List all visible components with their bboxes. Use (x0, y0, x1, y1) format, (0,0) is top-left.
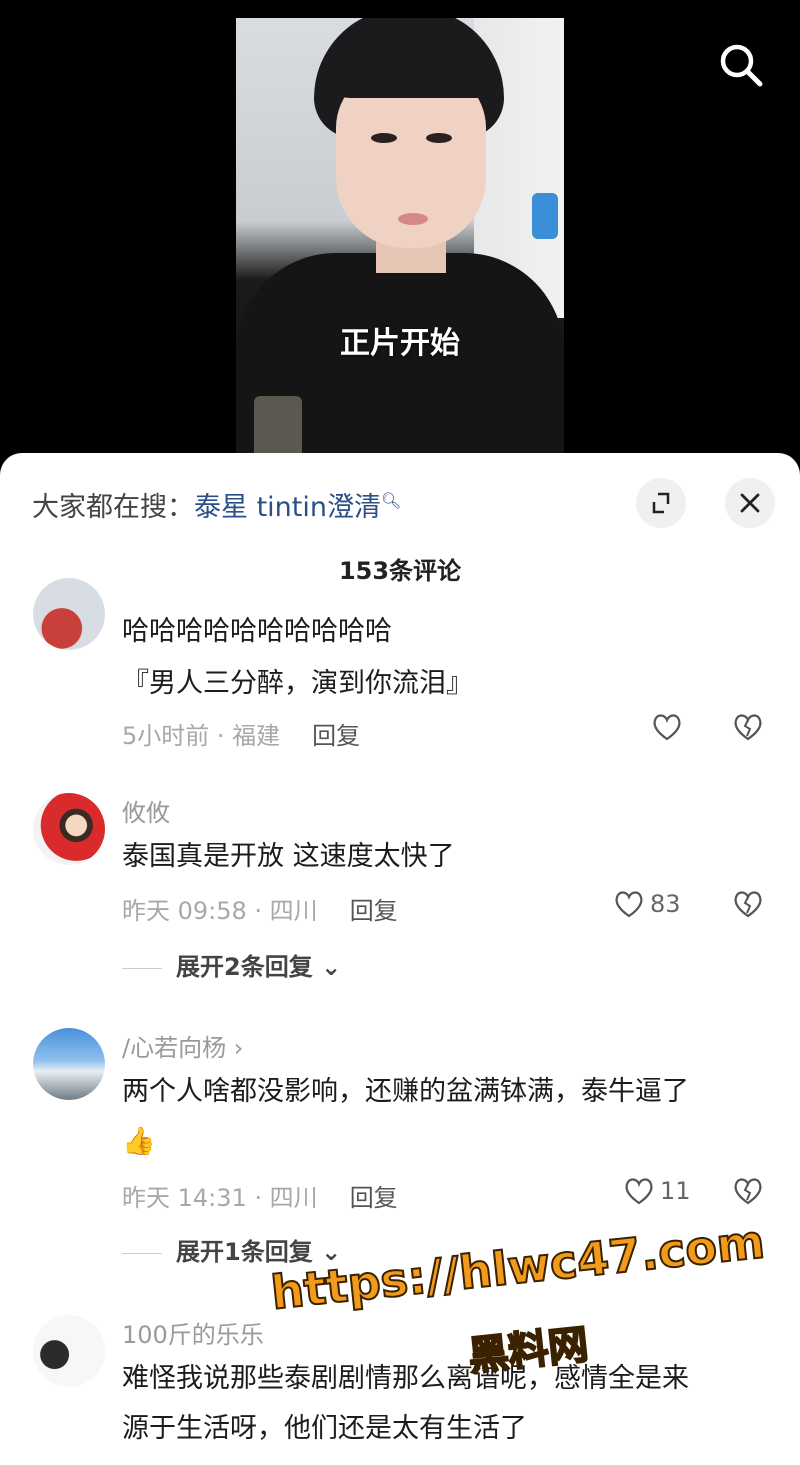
dislike-button[interactable] (731, 887, 765, 925)
video-player[interactable]: 正片开始 (0, 0, 800, 470)
comment-text: 哈哈哈哈哈哈哈哈哈哈 (122, 616, 392, 647)
comment-username[interactable]: /心若向杨 › (122, 1028, 243, 1063)
comment-time-location: 5小时前 · 福建 (122, 722, 281, 750)
search-small-icon: 🔍︎ (380, 491, 402, 510)
person-eye-right (426, 133, 452, 143)
dislike-button[interactable] (731, 710, 765, 748)
comment-username[interactable]: 攸攸 (122, 793, 170, 828)
heart-icon (625, 1178, 653, 1205)
hot-search-prefix: 大家都在搜： (32, 492, 194, 523)
background-object (532, 193, 558, 239)
like-count: 11 (660, 1177, 691, 1205)
like-count: 83 (650, 890, 681, 918)
comment-meta: 5小时前 · 福建 回复 (122, 716, 360, 751)
comment-time-location: 昨天 14:31 · 四川 (122, 1184, 318, 1212)
person-eye-left (371, 133, 397, 143)
comment-text-line2: 『男人三分醉，演到你流泪』 (122, 668, 473, 699)
comment-count: 153条评论 (338, 557, 462, 585)
broken-heart-icon (734, 1178, 762, 1205)
reply-button[interactable]: 回复 (350, 1184, 398, 1212)
video-frame: 正片开始 (236, 18, 564, 470)
video-caption: 正片开始 (340, 326, 460, 361)
like-button[interactable]: 11 (622, 1174, 691, 1208)
expand-replies-label: 展开2条回复 (176, 953, 313, 981)
comment-text: 两个人啥都没影响，还赚的盆满钵满，泰牛逼了 (122, 1076, 689, 1107)
comment-username[interactable]: 100斤的乐乐 (122, 1315, 264, 1350)
comment-meta: 昨天 09:58 · 四川 回复 (122, 891, 398, 926)
broken-heart-icon (734, 891, 762, 918)
expand-button[interactable] (636, 478, 686, 528)
username-label: /心若向杨 (122, 1034, 227, 1062)
broken-heart-icon (734, 714, 762, 741)
search-button[interactable] (716, 40, 766, 90)
person-lips (398, 213, 428, 225)
hot-search-bar[interactable]: 大家都在搜：泰星 tintin澄清🔍︎ (32, 485, 401, 524)
heart-icon (653, 714, 681, 741)
comment-emoji: 👍 (122, 1126, 156, 1157)
hot-search-link[interactable]: 泰星 tintin澄清 (194, 492, 381, 523)
comment-time-location: 昨天 09:58 · 四川 (122, 897, 318, 925)
avatar[interactable] (33, 1315, 105, 1387)
heart-icon (615, 891, 643, 918)
chevron-down-icon: ⌄ (321, 953, 342, 981)
expand-replies-label: 展开1条回复 (176, 1238, 313, 1266)
avatar[interactable] (33, 1028, 105, 1100)
comment-meta: 昨天 14:31 · 四川 回复 (122, 1178, 398, 1213)
reply-button[interactable]: 回复 (350, 897, 398, 925)
avatar[interactable] (33, 578, 105, 650)
chevron-right-icon: › (233, 1034, 244, 1062)
close-button[interactable] (725, 478, 775, 528)
expand-replies-button[interactable]: 展开2条回复 ⌄ (122, 947, 341, 982)
expand-icon (652, 492, 670, 514)
comment-text-line2: 源于生活呀，他们还是太有生活了 (122, 1413, 527, 1444)
search-icon (720, 44, 763, 87)
comment-text: 泰国真是开放 这速度太快了 (122, 841, 455, 872)
like-button[interactable] (650, 710, 684, 744)
comment-text: 难怪我说那些泰剧剧情那么离谱呢，感情全是来 (122, 1363, 689, 1394)
comment-sheet: 大家都在搜：泰星 tintin澄清🔍︎ 153条评论 哈哈哈哈哈哈哈哈哈哈 『男… (0, 453, 800, 1465)
avatar[interactable] (33, 793, 105, 865)
like-button[interactable]: 83 (612, 887, 681, 921)
dislike-button[interactable] (731, 1174, 765, 1212)
reply-button[interactable]: 回复 (312, 722, 360, 750)
close-icon (740, 493, 760, 513)
person-fringe (328, 38, 498, 98)
